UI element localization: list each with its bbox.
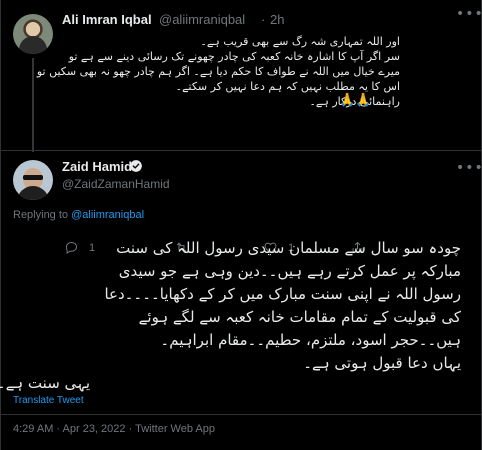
reply-tweet[interactable]: Ali Imran Iqbal @aliimraniqbal · 2h ••• … — [0, 0, 482, 255]
replying-to-label: Replying to — [13, 209, 72, 221]
more-dots-icon[interactable]: ••• — [456, 6, 482, 22]
tweet-text-line: چودہ سو سال سے مسلمان سیدی رسول اللہ کی … — [116, 239, 461, 257]
reply-button[interactable]: 1 — [64, 240, 95, 255]
tweet-text-line: اور اللہ تمہاری شہ رگ سے بھی قریب ہے۔ — [200, 35, 400, 48]
author-handle[interactable]: @ZaidZamanHamid — [62, 177, 170, 191]
avatar[interactable] — [13, 160, 53, 200]
separator-dot: · — [261, 12, 266, 27]
verified-badge-icon — [130, 160, 142, 172]
tweet-time[interactable]: 2h — [270, 12, 284, 27]
tweet-text-line: میرے خیال میں اللہ نے طواف کا حکم دیا ہے… — [36, 65, 400, 78]
replying-to-mention-link[interactable]: @aliimraniqbal — [71, 209, 144, 221]
reply-count: 1 — [89, 241, 96, 254]
reply-icon — [65, 241, 78, 255]
tweet-text-line: ہیں۔۔حجر اسود، ملتزم، حطیم۔۔مقام ابراہیم… — [160, 331, 461, 349]
avatar-glasses — [23, 175, 43, 180]
tweet-text-line: اس کا یہ مطلب نہیں کہ ہم دعا نہیں کر سکت… — [175, 80, 400, 93]
tweet-text-line: سر اگر آپ کا اشارہ خانہ کعبہ کی چادر چھو… — [68, 50, 400, 63]
pray-emoji: 🙏🙏 — [339, 93, 372, 108]
thread-connector-line — [32, 58, 34, 152]
avatar[interactable] — [13, 14, 53, 54]
tweet-timestamp[interactable]: 4:29 AM · Apr 23, 2022 · Twitter Web App — [13, 423, 215, 435]
author-name[interactable]: Ali Imran Iqbal — [62, 12, 152, 27]
author-name[interactable]: Zaid Hamid — [62, 159, 132, 174]
divider — [0, 150, 482, 151]
tweet-text-line: یہاں دعا قبول ہوتی ہے۔ — [303, 354, 461, 372]
author-handle[interactable]: @aliimraniqbal — [159, 12, 245, 27]
tweet-text-line: کی قبولیت کے تمام مقامات خانہ کعبہ سے لگ… — [138, 308, 461, 326]
tweet-text-line: رسول اللہ نے اپنی سنت مبارک میں کر کے دک… — [104, 285, 461, 303]
translate-tweet-link[interactable]: Translate Tweet — [13, 395, 84, 406]
more-dots-icon[interactable]: ••• — [456, 160, 482, 176]
replying-to: Replying to @aliimraniqbal — [13, 209, 144, 221]
tweet-text-line: یہی سنت ہے۔ — [0, 374, 90, 392]
tweet-text-line: مبارکہ پر عمل کرتے رہے ہیں۔۔دین وہی ہے ج… — [118, 262, 461, 280]
divider — [0, 414, 482, 415]
